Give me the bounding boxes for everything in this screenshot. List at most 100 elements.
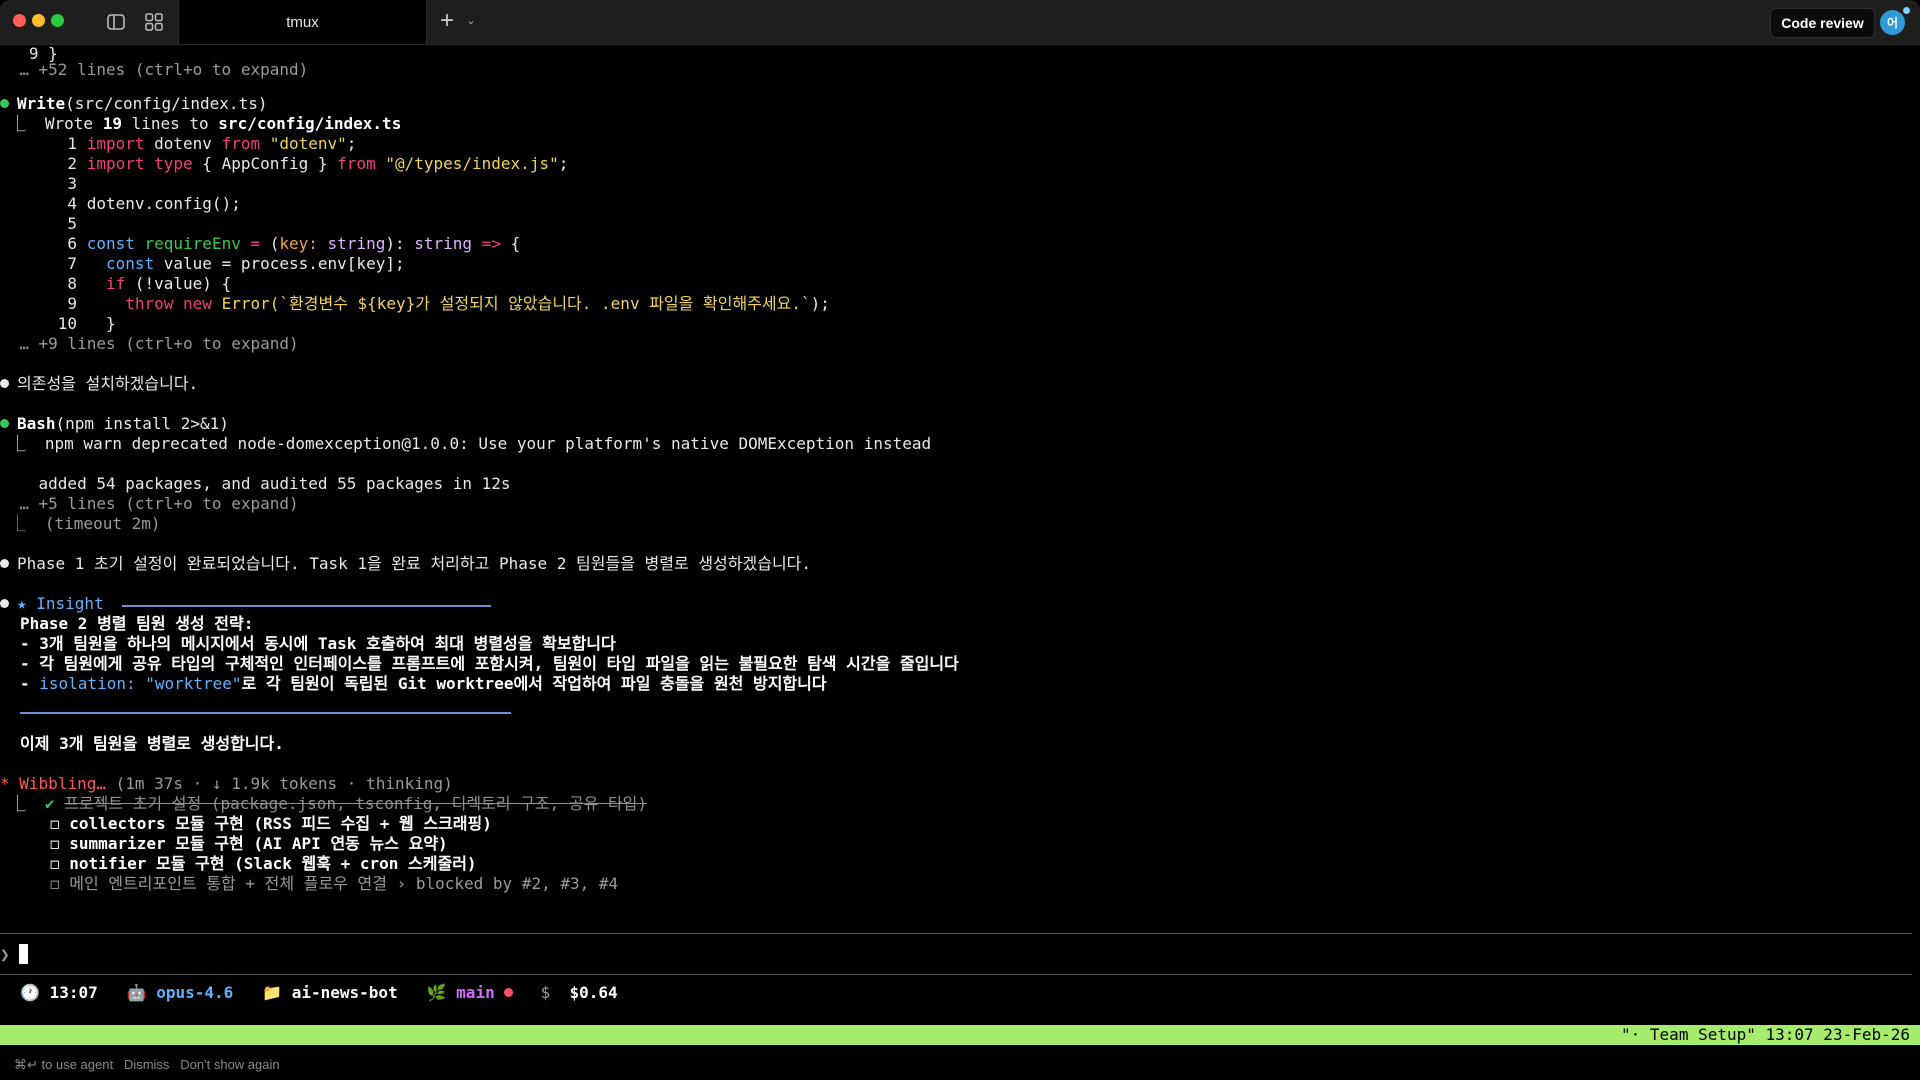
code-line: 6 const requireEnv = (key: string): stri… — [0, 234, 520, 254]
new-tab-plus-icon[interactable]: + — [434, 8, 460, 34]
text-cursor — [19, 944, 29, 964]
tab-tmux[interactable]: tmux — [178, 0, 427, 44]
todo-text: summarizer 모듈 구현 (AI API 연동 뉴스 요약) — [69, 834, 448, 853]
todo-item: ◻ summarizer 모듈 구현 (AI API 연동 뉴스 요약) — [50, 834, 448, 854]
todo-item-blocked: ◻ 메인 엔트리포인트 통합 + 전체 플로우 연결 › blocked by … — [50, 874, 618, 894]
function-name: requireEnv — [134, 234, 251, 253]
input-divider-top — [0, 933, 1912, 934]
line-number: 8 — [0, 274, 87, 293]
insight-title-text: Phase 2 병렬 팀원 생성 전략: — [20, 614, 254, 633]
code-line: 7 const value = process.env[key]; — [0, 254, 405, 274]
parameter: key — [279, 234, 309, 253]
keyword: import — [86, 154, 145, 173]
checkbox-icon: ◻ — [50, 834, 60, 853]
line-number: 7 — [0, 254, 87, 273]
success-dot-icon — [0, 419, 9, 428]
shortcut-icon: ⌘↵ — [14, 1057, 38, 1072]
keyword: if — [86, 274, 126, 293]
line-number: 1 — [0, 134, 87, 153]
type-name: string — [327, 234, 386, 253]
spinner-status: * Wibbling… (1m 37s · ↓ 1.9k tokens · th… — [0, 774, 453, 794]
message-dot-icon — [0, 379, 9, 388]
code-line: 9 throw new Error(`환경변수 ${key}가 설정되지 않았습… — [0, 294, 829, 314]
sidebar-toggle-icon[interactable] — [105, 11, 127, 33]
tmux-status-bar: [0] 0:2.1.50* "· Team Setup" 13:07 23-Fe… — [0, 1025, 1920, 1064]
tool-argument: (npm install 2>&1) — [55, 414, 229, 433]
dismiss-button[interactable]: Dismiss — [124, 1057, 170, 1072]
spinner-icon: * — [0, 774, 10, 793]
code-line: 8 if (!value) { — [0, 274, 231, 294]
close-window-button[interactable] — [13, 14, 26, 27]
checkbox-icon: ◻ — [50, 874, 60, 893]
insight-label: ★ Insight — [17, 594, 104, 613]
class-name: Error — [211, 294, 270, 313]
insight-item-text: - 3개 팀원을 하나의 메시지에서 동시에 Task 호출하여 최대 병렬성을… — [20, 634, 616, 653]
string-literal: "dotenv" — [260, 134, 347, 153]
robot-icon: 🤖 — [126, 983, 147, 1002]
prompt-input[interactable]: ❯ — [0, 944, 29, 964]
minimize-window-button[interactable] — [32, 14, 45, 27]
checkbox-icon: ◻ — [50, 814, 60, 833]
keyword: type — [144, 154, 193, 173]
line-number: 4 — [0, 194, 87, 213]
code-line: 3 — [0, 174, 77, 194]
keyword: from — [337, 154, 376, 173]
keyword: const — [86, 234, 135, 253]
todo-text: 프로젝트 초기 설정 (package.json, tsconfig, 디렉토리… — [64, 794, 648, 813]
status-project: ai-news-bot — [291, 983, 398, 1002]
status-model: opus-4.6 — [156, 983, 234, 1002]
success-dot-icon — [0, 99, 9, 108]
avatar[interactable]: 어 — [1880, 10, 1905, 35]
insight-item: - 3개 팀원을 하나의 메시지에서 동시에 Task 호출하여 최대 병렬성을… — [20, 634, 616, 654]
hint-text: to use agent — [41, 1057, 114, 1072]
keyword: new — [173, 294, 212, 313]
code-text: dotenv.config(); — [86, 194, 241, 213]
zoom-window-button[interactable] — [51, 14, 64, 27]
expand-hint: … +9 lines (ctrl+o to expand) — [0, 334, 298, 354]
code-text: : — [308, 234, 328, 253]
output-text: added 54 packages, and audited 55 packag… — [0, 474, 511, 493]
write-tool-header: Write(src/config/index.ts) — [0, 94, 267, 114]
line-count: 19 — [102, 114, 122, 133]
spinner-word: Wibbling… — [19, 774, 106, 793]
insight-item: - 각 팀원에게 공유 타입의 구체적인 인터페이스를 프롬프트에 포함시켜, … — [20, 654, 959, 674]
dont-show-again-button[interactable]: Don't show again — [180, 1057, 279, 1072]
code-text: { AppConfig } — [192, 154, 338, 173]
grid-view-icon[interactable] — [143, 11, 165, 33]
assistant-message: Phase 1 초기 설정이 완료되었습니다. Task 1을 완료 처리하고 … — [0, 554, 811, 574]
bash-output: added 54 packages, and audited 55 packag… — [0, 474, 511, 494]
result-prefix: ⎿ Wrote — [0, 114, 103, 133]
code-text: dotenv — [144, 134, 222, 153]
keyword: import — [86, 134, 145, 153]
insight-item-text: 로 각 팀원이 독립된 Git worktree에서 작업하여 파일 충돌을 원… — [241, 674, 827, 693]
insight-header: ★ Insight — [0, 594, 104, 614]
terminal-window: tmux + ⌄ Code review 어 9 } … +52 lines (… — [0, 0, 1920, 1080]
expand-hint: … +52 lines (ctrl+o to expand) — [0, 60, 308, 80]
expand-hint-text: … +5 lines (ctrl+o to expand) — [0, 494, 299, 513]
bash-tool-header: Bash(npm install 2>&1) — [0, 414, 229, 434]
agent-hint-bar: ⌘↵ to use agent Dismiss Don't show again — [0, 1050, 1920, 1080]
assistant-message: 이제 3개 팀원을 병렬로 생성합니다. — [20, 734, 284, 754]
chevron-down-icon[interactable]: ⌄ — [464, 12, 478, 30]
result-mid: lines to — [121, 114, 219, 133]
tmux-window-info: "· Team Setup" 13:07 23-Feb-26 — [1621, 1025, 1910, 1044]
code-line: 1 import dotenv from "dotenv"; — [0, 134, 356, 154]
file-path: src/config/index.ts — [218, 114, 402, 133]
type-name: string — [414, 234, 473, 253]
checkbox-icon: ◻ — [50, 854, 60, 873]
code-text: value = process.env[key]; — [154, 254, 405, 273]
code-text: ; — [346, 134, 357, 153]
write-result: ⎿ Wrote 19 lines to src/config/index.ts — [0, 114, 402, 134]
dirty-indicator-icon — [504, 988, 514, 997]
operator: = — [250, 234, 261, 253]
insight-item-text: - 각 팀원에게 공유 타입의 구체적인 인터페이스를 프롬프트에 포함시켜, … — [20, 654, 959, 673]
code-text: { — [500, 234, 521, 253]
line-number: 9 — [0, 294, 87, 313]
operator: => — [472, 234, 501, 253]
claude-statusline: 🕐 13:07 🤖 opus-4.6 📁 ai-news-bot 🌿 main … — [20, 979, 618, 1007]
tool-name: Bash — [17, 414, 56, 433]
message-dot-icon — [0, 599, 9, 608]
terminal-content[interactable]: 9 } … +52 lines (ctrl+o to expand) Write… — [0, 44, 1920, 1080]
expand-hint-text: … +52 lines (ctrl+o to expand) — [0, 60, 309, 79]
code-review-button[interactable]: Code review — [1770, 8, 1875, 38]
